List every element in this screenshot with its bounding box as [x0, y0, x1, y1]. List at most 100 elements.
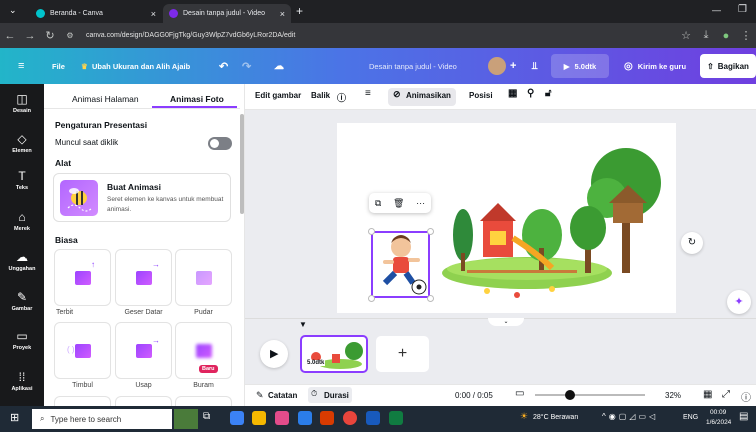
- lock-icon[interactable]: 🔓︎: [545, 88, 551, 99]
- delete-icon[interactable]: 🗑︎: [393, 198, 404, 209]
- collapse-timeline-icon[interactable]: ⌄: [488, 318, 524, 326]
- grid-view-icon[interactable]: ▦: [703, 389, 712, 400]
- share-button[interactable]: ⇧ Bagikan: [700, 54, 756, 78]
- notes-button[interactable]: Catatan: [268, 391, 297, 400]
- anim-tile-breathe[interactable]: ( ): [54, 322, 111, 379]
- menu-lines-icon[interactable]: ≡: [365, 88, 371, 99]
- hamburger-icon[interactable]: ≡: [18, 48, 24, 84]
- send-to-teacher-button[interactable]: ◎ Kirim ke guru: [615, 54, 695, 78]
- sidebar-item-apps[interactable]: ⁞⁞ Aplikasi: [0, 370, 44, 392]
- zoom-level[interactable]: 32%: [665, 391, 681, 400]
- store-icon[interactable]: [275, 411, 289, 425]
- zoom-slider-thumb[interactable]: [565, 390, 575, 400]
- taskbar-search[interactable]: ⌕ Type here to search: [32, 409, 172, 429]
- anim-tile-blur[interactable]: Baru: [175, 322, 232, 379]
- anim-tile-more[interactable]: [54, 396, 111, 406]
- language-indicator[interactable]: ENG: [683, 414, 698, 421]
- appear-on-click-toggle[interactable]: [208, 137, 232, 150]
- insights-icon[interactable]: ⫫: [532, 48, 538, 84]
- zoom-slider-track[interactable]: [535, 394, 645, 396]
- browser-tab-canva-home[interactable]: Beranda - Canva ×: [30, 4, 162, 23]
- anim-tile-wipe[interactable]: →: [115, 322, 172, 379]
- present-button[interactable]: ▶ 5.0dtk: [551, 54, 609, 78]
- avatar[interactable]: [488, 48, 506, 84]
- clock-date[interactable]: 1/6/2024: [706, 419, 731, 426]
- site-info-icon[interactable]: ⚙: [60, 31, 80, 40]
- resize-handle[interactable]: [427, 295, 434, 302]
- more-icon[interactable]: ···: [416, 198, 425, 208]
- anim-tile-rise[interactable]: ↑: [54, 249, 111, 306]
- mail-icon[interactable]: [298, 411, 312, 425]
- play-button[interactable]: ▶: [260, 340, 288, 368]
- undo-icon[interactable]: ↶: [219, 48, 228, 84]
- close-tab-icon[interactable]: ×: [151, 9, 156, 19]
- notifications-icon[interactable]: ▤: [739, 411, 748, 422]
- anim-tile-fade[interactable]: [175, 249, 232, 306]
- tray-icons[interactable]: ^◉▢◿▭◁: [602, 412, 658, 421]
- url-field[interactable]: canva.com/design/DAGG0FjgTkg/Guy3WlpZ7vd…: [86, 32, 676, 39]
- reload-icon[interactable]: ↻: [40, 29, 60, 42]
- forward-icon[interactable]: →: [20, 30, 40, 42]
- tab-photo-animation[interactable]: Animasi Foto: [170, 94, 224, 104]
- page-thumbnail[interactable]: 5.0dtk: [300, 335, 368, 373]
- minimize-icon[interactable]: —: [712, 5, 721, 15]
- widgets-icon[interactable]: [174, 409, 198, 429]
- weather-text[interactable]: 28°C Berawan: [533, 414, 578, 421]
- word-icon[interactable]: [366, 411, 380, 425]
- chrome-icon[interactable]: [343, 411, 357, 425]
- position-button[interactable]: Posisi: [469, 91, 493, 100]
- transparency-icon[interactable]: ▦: [508, 88, 517, 99]
- profile-icon[interactable]: ●: [716, 30, 736, 42]
- sidebar-item-draw[interactable]: ✎ Gambar: [0, 290, 44, 312]
- resize-handle[interactable]: [368, 295, 375, 302]
- redo-icon[interactable]: ↷: [242, 48, 251, 84]
- edit-image-button[interactable]: Edit gambar: [255, 91, 301, 100]
- maximize-icon[interactable]: ❐: [738, 4, 747, 15]
- browser-tab-design[interactable]: Desain tanpa judul - Video ×: [163, 4, 291, 23]
- sidebar-item-text[interactable]: T Teks: [0, 169, 44, 191]
- fullscreen-icon[interactable]: ⤢: [722, 389, 730, 400]
- bookmark-star-icon[interactable]: ☆: [676, 29, 696, 42]
- fit-page-icon[interactable]: ▭: [515, 388, 524, 399]
- clock-time[interactable]: 00:09: [710, 409, 726, 416]
- anim-tile-more[interactable]: [115, 396, 172, 406]
- flip-button[interactable]: Balik: [311, 91, 330, 100]
- file-explorer-icon[interactable]: [252, 411, 266, 425]
- file-menu[interactable]: File: [52, 48, 65, 84]
- refresh-page-icon[interactable]: ↻: [681, 232, 703, 254]
- playhead-marker-icon[interactable]: ▼: [299, 320, 307, 329]
- document-title[interactable]: Desain tanpa judul - Video: [369, 48, 457, 84]
- sidebar-item-design[interactable]: ◫ Desain: [0, 92, 44, 114]
- task-view-icon[interactable]: ⧉: [203, 411, 210, 422]
- download-icon[interactable]: ⤓: [696, 29, 716, 42]
- paint-roller-icon[interactable]: ⚲: [527, 88, 534, 99]
- tab-search-icon[interactable]: ⌄: [9, 5, 17, 16]
- windows-start-icon[interactable]: ⊞: [10, 411, 19, 424]
- resize-handle[interactable]: [427, 228, 434, 235]
- anim-tile-pan[interactable]: →: [115, 249, 172, 306]
- help-icon[interactable]: ⓘ: [741, 389, 751, 404]
- selected-element-boy[interactable]: [371, 231, 430, 298]
- anim-tile-more[interactable]: [175, 396, 232, 406]
- tab-page-animation[interactable]: Animasi Halaman: [72, 94, 139, 104]
- panel-scrollbar[interactable]: [240, 114, 244, 214]
- menu-icon[interactable]: ⋮: [736, 29, 756, 42]
- info-icon[interactable]: ⓘ: [337, 91, 346, 104]
- duplicate-icon[interactable]: ⧉: [375, 198, 381, 209]
- close-tab-icon[interactable]: ×: [280, 9, 285, 19]
- resize-handle[interactable]: [368, 228, 375, 235]
- excel-icon[interactable]: [389, 411, 403, 425]
- cloud-save-icon[interactable]: ☁: [274, 48, 284, 84]
- sidebar-item-brand[interactable]: ⌂ Merek: [0, 210, 44, 232]
- add-collaborator-icon[interactable]: +: [510, 48, 516, 84]
- new-tab-icon[interactable]: +: [296, 4, 303, 18]
- back-icon[interactable]: ←: [0, 30, 20, 42]
- sidebar-item-uploads[interactable]: ☁ Unggahan: [0, 250, 44, 272]
- resize-magic-button[interactable]: Ubah Ukuran dan Alih Ajaib: [92, 48, 190, 84]
- edge-icon[interactable]: [230, 411, 244, 425]
- sidebar-item-elements[interactable]: ◇ Elemen: [0, 132, 44, 154]
- add-page-button[interactable]: +: [376, 336, 429, 372]
- magic-assistant-icon[interactable]: ✦: [727, 290, 751, 314]
- pdf-app-icon[interactable]: [320, 411, 334, 425]
- sidebar-item-projects[interactable]: ▭ Proyek: [0, 329, 44, 351]
